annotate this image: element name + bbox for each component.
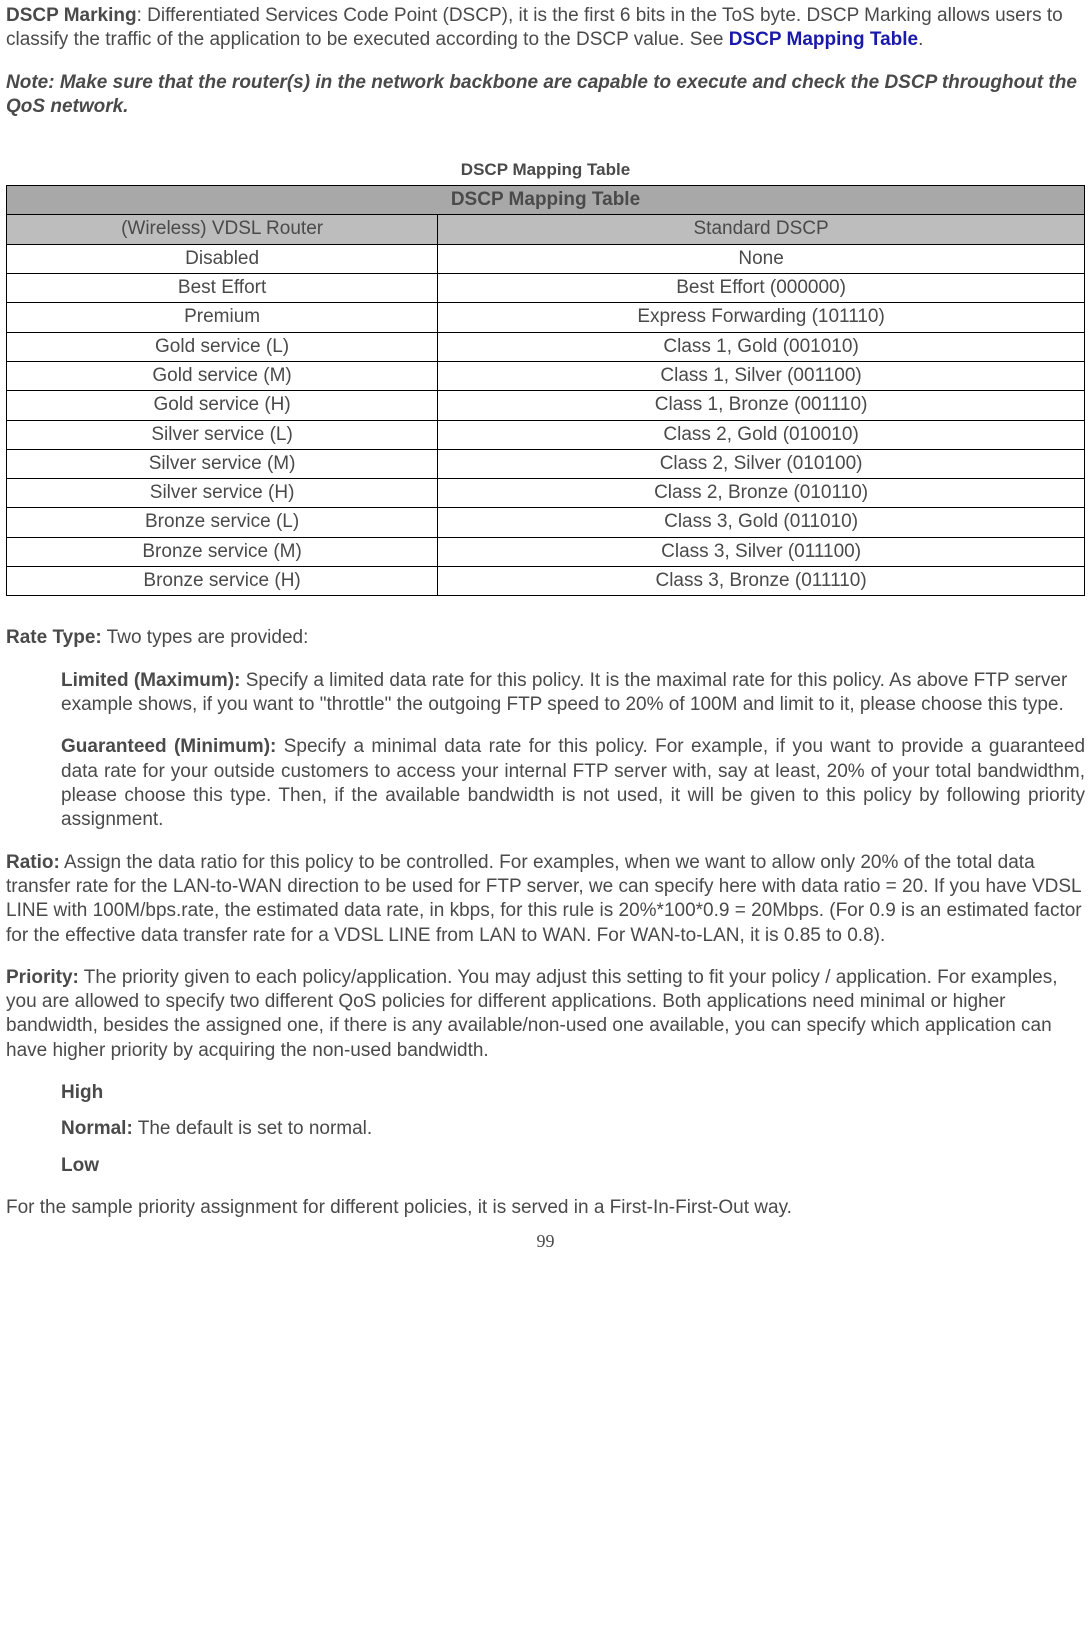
table-row: Silver service (M)Class 2, Silver (01010… [7,449,1085,478]
ratio-text: Assign the data ratio for this policy to… [6,852,1082,946]
table-row: Gold service (L)Class 1, Gold (001010) [7,332,1085,361]
table-row: Gold service (M)Class 1, Silver (001100) [7,361,1085,390]
dscp-paragraph: DSCP Marking: Differentiated Services Co… [6,4,1085,53]
dscp-after: . [918,29,923,50]
col-header-2: Standard DSCP [438,215,1085,244]
table-row: Gold service (H)Class 1, Bronze (001110) [7,391,1085,420]
table-title: DSCP Mapping Table [7,186,1085,215]
note-paragraph: Note: Make sure that the router(s) in th… [6,71,1085,120]
guaranteed-label: Guaranteed (Minimum): [61,736,276,757]
table-row: Best EffortBest Effort (000000) [7,273,1085,302]
table-caption: DSCP Mapping Table [6,159,1085,181]
table-row: PremiumExpress Forwarding (101110) [7,303,1085,332]
page-number: 99 [6,1230,1085,1253]
ratio-paragraph: Ratio: Assign the data ratio for this po… [6,851,1085,948]
dscp-link[interactable]: DSCP Mapping Table [729,29,918,50]
footer-text: For the sample priority assignment for d… [6,1196,1085,1220]
priority-paragraph: Priority: The priority given to each pol… [6,966,1085,1063]
guaranteed-paragraph: Guaranteed (Minimum): Specify a minimal … [61,735,1085,832]
dscp-label: DSCP Marking [6,5,137,26]
priority-high: High [61,1081,1085,1105]
priority-normal: Normal: The default is set to normal. [61,1117,1085,1141]
table-row: Bronze service (L)Class 3, Gold (011010) [7,508,1085,537]
priority-label: Priority: [6,967,79,988]
table-row: Silver service (H)Class 2, Bronze (01011… [7,479,1085,508]
dscp-table: DSCP Mapping Table (Wireless) VDSL Route… [6,185,1085,596]
priority-low: Low [61,1154,1085,1178]
rate-type-label: Rate Type: [6,627,102,648]
rate-type-text: Two types are provided: [102,627,309,648]
priority-normal-text: The default is set to normal. [133,1118,372,1139]
priority-normal-label: Normal: [61,1118,133,1139]
rate-type-paragraph: Rate Type: Two types are provided: [6,626,1085,650]
table-row: Bronze service (H)Class 3, Bronze (01111… [7,567,1085,596]
ratio-label: Ratio: [6,852,60,873]
priority-text: The priority given to each policy/applic… [6,967,1058,1061]
table-row: DisabledNone [7,244,1085,273]
limited-label: Limited (Maximum): [61,670,240,691]
limited-paragraph: Limited (Maximum): Specify a limited dat… [61,669,1085,718]
table-row: Silver service (L)Class 2, Gold (010010) [7,420,1085,449]
col-header-1: (Wireless) VDSL Router [7,215,438,244]
table-row: Bronze service (M)Class 3, Silver (01110… [7,537,1085,566]
